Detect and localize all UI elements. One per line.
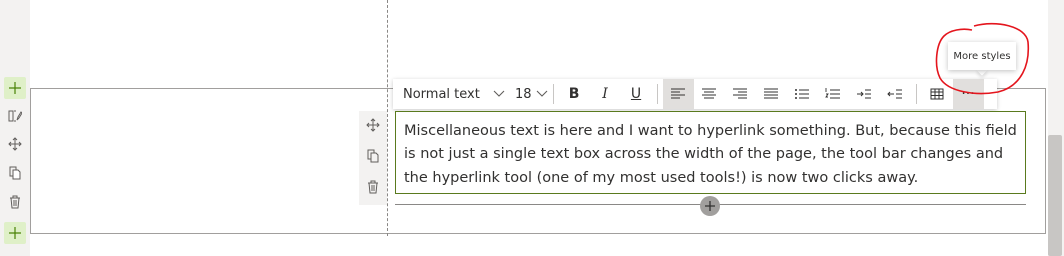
chevron-down-icon (493, 90, 505, 97)
bullet-list-button[interactable] (787, 79, 818, 109)
webpart-toolbar (359, 111, 387, 205)
text-style-value: Normal text (403, 86, 480, 102)
underline-button[interactable]: U (621, 79, 652, 109)
text-style-dropdown[interactable]: Normal text (403, 79, 505, 109)
add-section-below-button[interactable] (4, 222, 26, 244)
duplicate-webpart-button[interactable] (363, 146, 383, 166)
edit-layout-icon (8, 110, 22, 122)
bold-button[interactable]: B (559, 79, 590, 109)
text-webpart-editor[interactable]: Miscellaneous text is here and I want to… (395, 111, 1026, 194)
italic-button[interactable]: I (590, 79, 621, 109)
copy-icon (9, 166, 21, 180)
section-toolbar (0, 0, 30, 256)
text-formatting-toolbar: Normal text 18 B I U ··· (393, 79, 997, 109)
duplicate-section-button[interactable] (4, 162, 26, 184)
align-center-icon (702, 88, 717, 99)
justify-button[interactable] (756, 79, 787, 109)
bullet-list-icon (795, 89, 810, 99)
delete-icon (368, 180, 378, 194)
copy-icon (367, 149, 379, 163)
numbered-list-icon (825, 88, 841, 99)
increase-indent-button[interactable] (849, 79, 880, 109)
toolbar-divider (915, 84, 917, 104)
add-webpart-button[interactable] (700, 196, 720, 216)
delete-webpart-button[interactable] (363, 177, 383, 197)
numbered-list-button[interactable] (818, 79, 849, 109)
move-section-button[interactable] (4, 133, 26, 155)
justify-icon (764, 88, 779, 99)
increase-indent-icon (857, 89, 872, 99)
toolbar-divider (552, 84, 554, 104)
plus-icon (705, 201, 715, 211)
font-size-value: 18 (515, 86, 532, 102)
move-icon (366, 118, 380, 132)
move-webpart-button[interactable] (363, 115, 383, 135)
decrease-indent-icon (887, 89, 903, 99)
plus-icon (9, 227, 21, 239)
move-icon (8, 137, 22, 151)
add-section-above-button[interactable] (4, 77, 26, 99)
font-size-dropdown[interactable]: 18 (515, 79, 548, 109)
align-center-button[interactable] (694, 79, 725, 109)
delete-icon (10, 195, 20, 209)
delete-section-button[interactable] (4, 191, 26, 213)
align-left-icon (671, 88, 686, 99)
scrollbar-thumb[interactable] (1048, 135, 1062, 256)
toolbar-divider (656, 84, 658, 104)
align-left-button[interactable] (662, 79, 694, 109)
plus-icon (9, 82, 21, 94)
edit-section-button[interactable] (4, 105, 26, 127)
chevron-down-icon (536, 90, 547, 97)
align-right-icon (733, 88, 748, 99)
decrease-indent-button[interactable] (880, 79, 911, 109)
align-right-button[interactable] (725, 79, 756, 109)
red-annotation-circle (935, 22, 1030, 95)
text-content: Miscellaneous text is here and I want to… (404, 123, 1017, 186)
column-divider (387, 0, 388, 236)
